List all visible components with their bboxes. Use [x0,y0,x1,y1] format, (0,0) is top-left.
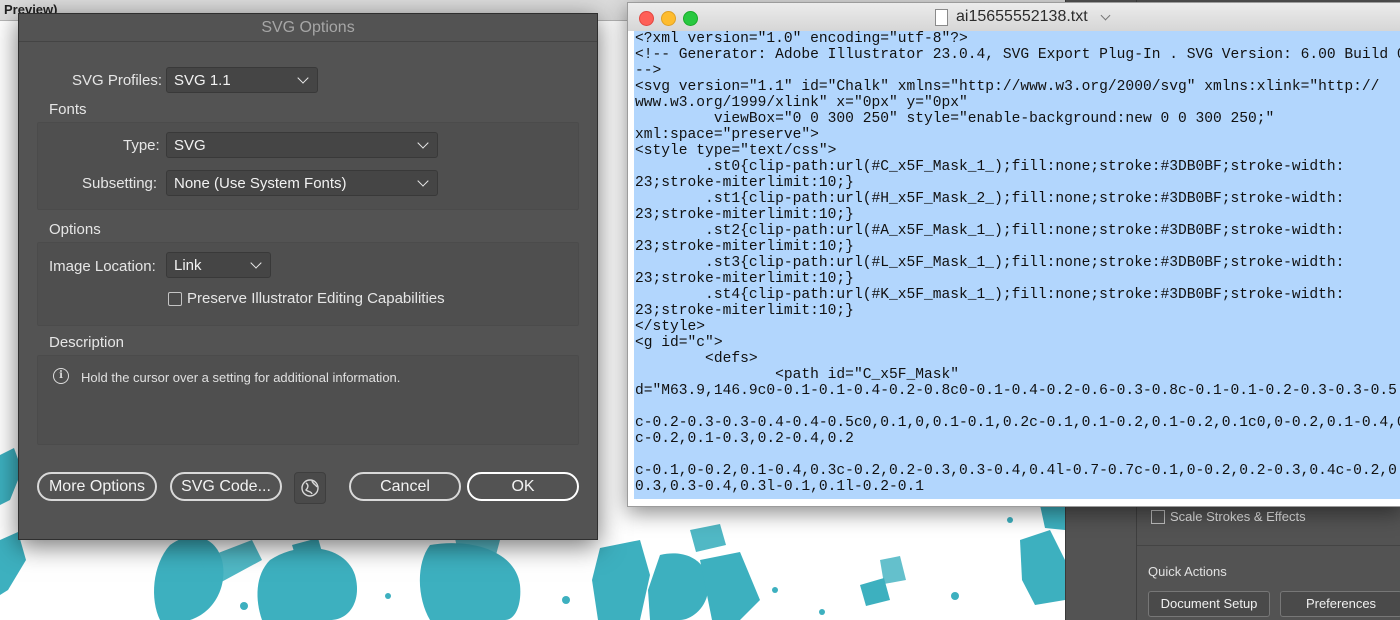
code-line: <?xml version="1.0" encoding="utf-8"?> [635,31,968,47]
svg-options-dialog: SVG Options SVG Profiles: SVG 1.1 Fonts … [18,13,598,540]
options-section-heading: Options [49,221,101,238]
zoom-window-button[interactable] [683,11,698,26]
code-line: 23;stroke-miterlimit:10;} [635,271,854,287]
fonts-section-heading: Fonts [49,101,87,118]
code-line: .st2{clip-path:url(#A_x5F_Mask_1_);fill:… [635,223,1345,239]
document-icon [935,9,948,26]
svg-profiles-value: SVG 1.1 [174,72,231,89]
preferences-button[interactable]: Preferences [1280,591,1400,617]
code-line: <!-- Generator: Adobe Illustrator 23.0.4… [635,47,1400,63]
image-location-label: Image Location: [49,258,156,275]
editor-titlebar: ai15655552138.txt [628,3,1400,32]
cancel-button[interactable]: Cancel [349,472,461,501]
editor-file-name[interactable]: ai15655552138.txt [956,8,1088,26]
editor-text-area[interactable]: <?xml version="1.0" encoding="utf-8"?> <!… [628,31,1400,506]
description-section-heading: Description [49,334,125,351]
font-type-select[interactable]: SVG [166,132,438,158]
font-type-value: SVG [174,137,206,154]
svg-profiles-label: SVG Profiles: [72,72,163,89]
code-line: d="M63.9,146.9c0-0.1-0.1-0.4-0.2-0.8c0-0… [635,383,1397,399]
dialog-title: SVG Options [19,14,597,42]
code-line: viewBox="0 0 300 250" style="enable-back… [635,111,1275,127]
chevron-down-icon [417,175,429,187]
code-line: 23;stroke-miterlimit:10;} [635,207,854,223]
minimize-window-button[interactable] [661,11,676,26]
preserve-editing-label[interactable]: Preserve Illustrator Editing Capabilitie… [187,290,445,307]
svg-profiles-select[interactable]: SVG 1.1 [166,67,318,93]
preserve-editing-checkbox[interactable] [168,292,182,306]
description-group [37,355,579,445]
code-line: <g id="c"> [635,335,723,351]
code-line: .st1{clip-path:url(#H_x5F_Mask_2_);fill:… [635,191,1345,207]
chevron-down-icon [297,72,309,84]
code-line: c-0.2-0.3-0.3-0.4-0.4-0.5c0,0.1,0,0.1-0.… [635,415,1400,431]
web-preview-button[interactable] [294,472,326,504]
code-line: www.w3.org/1999/xlink" x="0px" y="0px" [635,95,968,111]
subsetting-label: Subsetting: [82,175,158,192]
code-line: 23;stroke-miterlimit:10;} [635,175,854,191]
image-location-value: Link [174,257,202,274]
subsetting-value: None (Use System Fonts) [174,175,347,192]
code-line: <defs> [635,351,758,367]
code-line: c-0.1,0-0.2,0.1-0.4,0.3c-0.2,0.2-0.3,0.3… [635,463,1400,479]
document-setup-button[interactable]: Document Setup [1148,591,1270,617]
quick-actions-heading: Quick Actions [1148,564,1227,579]
chevron-down-icon [250,257,262,269]
options-group [37,242,579,326]
globe-icon [301,479,319,497]
code-line: xml:space="preserve"> [635,127,819,143]
code-line: c-0.2,0.1-0.3,0.2-0.4,0.2 [635,431,854,447]
code-line: </style> [635,319,706,335]
code-line: .st4{clip-path:url(#K_x5F_mask_1_);fill:… [635,287,1345,303]
code-line: 23;stroke-miterlimit:10;} [635,239,854,255]
panel-separator [1137,545,1400,546]
code-line: 0.3,0.3-0.4,0.3l-0.1,0.1l-0.2-0.1 [635,479,925,495]
more-options-button[interactable]: More Options [37,472,157,501]
close-window-button[interactable] [639,11,654,26]
code-line: --> [635,63,662,79]
code-line: <style type="text/css"> [635,143,837,159]
svg-code-button[interactable]: SVG Code... [170,472,282,501]
code-line: 23;stroke-miterlimit:10;} [635,303,854,319]
description-text: Hold the cursor over a setting for addit… [81,370,401,385]
font-type-label: Type: [123,137,160,154]
scale-strokes-checkbox[interactable] [1151,510,1165,524]
code-line: <svg version="1.1" id="Chalk" xmlns="htt… [635,79,1380,95]
chevron-down-icon[interactable] [1100,10,1111,21]
code-line: .st3{clip-path:url(#L_x5F_Mask_1_);fill:… [635,255,1345,271]
text-editor-window: ai15655552138.txt <?xml version="1.0" en… [627,2,1400,507]
info-icon: i [53,368,69,384]
image-location-select[interactable]: Link [166,252,271,278]
code-line: <path id="C_x5F_Mask" [635,367,960,383]
scale-strokes-label: Scale Strokes & Effects [1170,509,1306,524]
code-line: .st0{clip-path:url(#C_x5F_Mask_1_);fill:… [635,159,1345,175]
ok-button[interactable]: OK [467,472,579,501]
chevron-down-icon [417,137,429,149]
subsetting-select[interactable]: None (Use System Fonts) [166,170,438,196]
